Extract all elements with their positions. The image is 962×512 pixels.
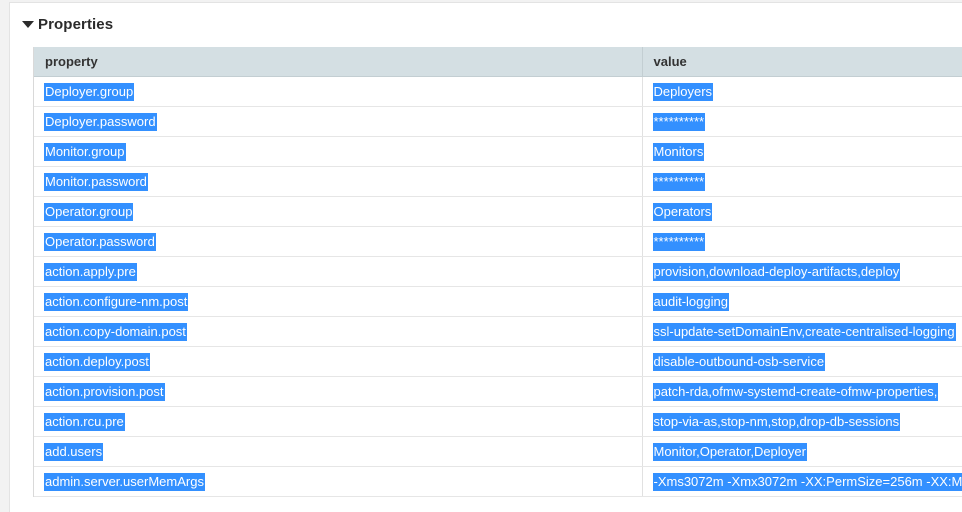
property-cell: Operator.group	[34, 197, 642, 227]
caret-down-icon	[22, 21, 34, 28]
value-cell: **********	[642, 167, 962, 197]
property-cell: action.deploy.post	[34, 347, 642, 377]
property-cell: Operator.password	[34, 227, 642, 257]
table-row[interactable]: add.users Monitor,Operator,Deployer	[34, 437, 962, 467]
property-cell: Monitor.password	[34, 167, 642, 197]
property-value: provision,download-deploy-artifacts,depl…	[653, 263, 901, 281]
property-name: action.apply.pre	[44, 263, 137, 281]
property-value: Monitors	[653, 143, 705, 161]
properties-section-toggle[interactable]: Properties	[22, 13, 113, 35]
property-cell: action.configure-nm.post	[34, 287, 642, 317]
property-cell: action.provision.post	[34, 377, 642, 407]
value-cell: audit-logging	[642, 287, 962, 317]
property-name: Operator.group	[44, 203, 133, 221]
table-row[interactable]: action.configure-nm.post audit-logging	[34, 287, 962, 317]
property-name: Monitor.group	[44, 143, 126, 161]
property-value: Monitor,Operator,Deployer	[653, 443, 807, 461]
property-value: stop-via-as,stop-nm,stop,drop-db-session…	[653, 413, 901, 431]
property-name: action.deploy.post	[44, 353, 150, 371]
value-cell: stop-via-as,stop-nm,stop,drop-db-session…	[642, 407, 962, 437]
property-value: patch-rda,ofmw-systemd-create-ofmw-prope…	[653, 383, 939, 401]
property-name: Monitor.password	[44, 173, 148, 191]
column-header-property[interactable]: property	[34, 47, 642, 77]
property-name: action.copy-domain.post	[44, 323, 187, 341]
property-cell: Deployer.password	[34, 107, 642, 137]
property-value: Operators	[653, 203, 713, 221]
table-row[interactable]: admin.server.userMemArgs -Xms3072m -Xmx30…	[34, 467, 962, 497]
property-name: Deployer.group	[44, 83, 134, 101]
value-cell: provision,download-deploy-artifacts,depl…	[642, 257, 962, 287]
value-cell: patch-rda,ofmw-systemd-create-ofmw-prope…	[642, 377, 962, 407]
property-value: audit-logging	[653, 293, 729, 311]
property-value: -Xms3072m -Xmx3072m -XX:PermSize=256m -X…	[653, 473, 962, 491]
table-row[interactable]: Deployer.group Deployers	[34, 77, 962, 107]
property-value: ssl-update-setDomainEnv,create-centralis…	[653, 323, 956, 341]
table-row[interactable]: action.rcu.pre stop-via-as,stop-nm,stop,d…	[34, 407, 962, 437]
column-header-value[interactable]: value	[642, 47, 962, 77]
property-name: Operator.password	[44, 233, 156, 251]
property-name: action.rcu.pre	[44, 413, 125, 431]
value-cell: -Xms3072m -Xmx3072m -XX:PermSize=256m -X…	[642, 467, 962, 497]
property-name: action.provision.post	[44, 383, 165, 401]
table-row[interactable]: action.copy-domain.post ssl-update-setDom…	[34, 317, 962, 347]
value-cell: disable-outbound-osb-service	[642, 347, 962, 377]
property-cell: Monitor.group	[34, 137, 642, 167]
property-cell: action.apply.pre	[34, 257, 642, 287]
value-cell: Monitor,Operator,Deployer	[642, 437, 962, 467]
property-cell: Deployer.group	[34, 77, 642, 107]
property-cell: action.rcu.pre	[34, 407, 642, 437]
property-name: action.configure-nm.post	[44, 293, 188, 311]
property-cell: action.copy-domain.post	[34, 317, 642, 347]
property-value: disable-outbound-osb-service	[653, 353, 826, 371]
properties-panel: Properties property value Deployer.group…	[9, 2, 962, 512]
table-row[interactable]: Operator.password **********	[34, 227, 962, 257]
table-row[interactable]: action.deploy.post disable-outbound-osb-s…	[34, 347, 962, 377]
property-cell: admin.server.userMemArgs	[34, 467, 642, 497]
property-cell: add.users	[34, 437, 642, 467]
value-cell: ssl-update-setDomainEnv,create-centralis…	[642, 317, 962, 347]
property-value: **********	[653, 113, 706, 131]
table-row[interactable]: Deployer.password **********	[34, 107, 962, 137]
value-cell: Deployers	[642, 77, 962, 107]
property-name: add.users	[44, 443, 103, 461]
table-header-row: property value	[34, 47, 962, 77]
value-cell: Monitors	[642, 137, 962, 167]
value-cell: **********	[642, 227, 962, 257]
table-row[interactable]: Operator.group Operators	[34, 197, 962, 227]
property-value: Deployers	[653, 83, 714, 101]
section-title: Properties	[38, 16, 113, 33]
table-row[interactable]: Monitor.password **********	[34, 167, 962, 197]
table-row[interactable]: Monitor.group Monitors	[34, 137, 962, 167]
value-cell: **********	[642, 107, 962, 137]
property-value: **********	[653, 233, 706, 251]
property-name: admin.server.userMemArgs	[44, 473, 205, 491]
property-value: **********	[653, 173, 706, 191]
value-cell: Operators	[642, 197, 962, 227]
property-name: Deployer.password	[44, 113, 157, 131]
table-row[interactable]: action.provision.post patch-rda,ofmw-syst…	[34, 377, 962, 407]
properties-table: property value Deployer.groupDeployersDe…	[34, 47, 962, 497]
properties-table-container: property value Deployer.groupDeployersDe…	[33, 47, 962, 497]
table-row[interactable]: action.apply.pre provision,download-deplo…	[34, 257, 962, 287]
